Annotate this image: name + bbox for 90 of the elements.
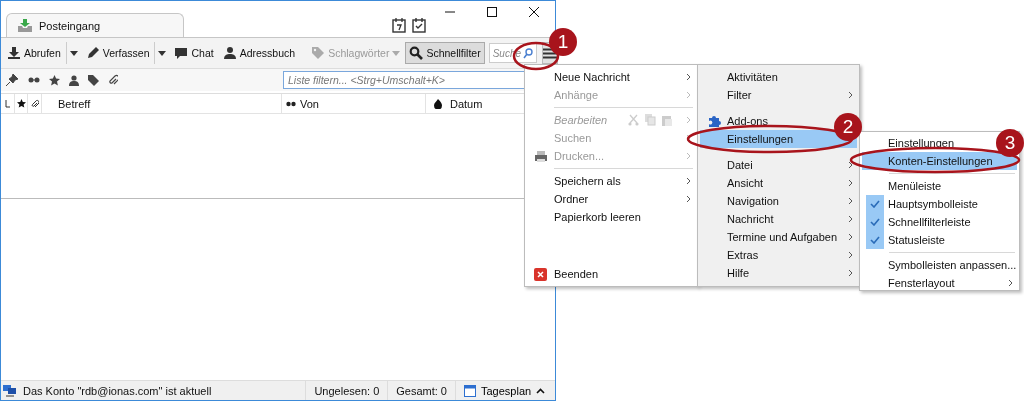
chevron-icon	[847, 91, 853, 99]
chevron-icon	[847, 233, 853, 241]
tag-icon	[311, 46, 326, 60]
download-icon	[7, 46, 21, 60]
caret-icon	[69, 50, 78, 56]
speech-bubble-icon	[174, 46, 189, 60]
star-icon	[49, 74, 60, 86]
toolbar-button[interactable]: Chat	[170, 42, 218, 64]
glasses-icon	[286, 100, 296, 107]
menu-item[interactable]: Fensterlayout	[862, 274, 1017, 292]
chevron-icon	[847, 197, 853, 205]
calendar-icon	[464, 384, 476, 397]
menu-item[interactable]: Ordner	[527, 190, 695, 208]
step-badge: 1	[549, 28, 577, 56]
menu-item[interactable]: Aktivitäten	[700, 68, 786, 86]
chevron-icon	[847, 251, 853, 259]
toolbar-button[interactable]: Adressbuch	[218, 42, 300, 64]
menu-item[interactable]: Schnellfilterleiste	[862, 213, 979, 231]
menu-item[interactable]: Datei	[700, 156, 857, 174]
scissors-icon	[628, 114, 639, 126]
chevron-up-icon	[536, 387, 546, 394]
chevron-icon	[685, 91, 691, 99]
menu-item[interactable]: Konten-Einstellungen	[862, 152, 1017, 170]
chevron-icon	[685, 152, 691, 160]
calendar-icon	[392, 18, 406, 33]
mail-tab[interactable]: Posteingang	[6, 13, 184, 37]
person-icon	[69, 74, 79, 86]
chevron-icon	[685, 195, 691, 203]
chevron-icon	[1007, 279, 1013, 287]
menu-item[interactable]: Papierkorb leeren	[527, 208, 649, 226]
close-icon	[534, 267, 547, 281]
chevron-icon	[847, 215, 853, 223]
paperclip-icon	[108, 74, 118, 86]
network-icon	[3, 384, 17, 397]
menu-item[interactable]: Hilfe	[700, 264, 857, 282]
puzzle-icon	[706, 114, 721, 128]
toolbar-button[interactable]: Schnellfilter	[405, 42, 485, 64]
menu-item[interactable]: Navigation	[700, 192, 857, 210]
menu-item[interactable]: Filter	[700, 86, 857, 104]
chevron-icon	[847, 269, 853, 277]
copy-icon	[645, 114, 656, 126]
status-message: Das Konto "rdb@ionas.com" ist aktuell	[23, 384, 213, 397]
step-badge: 3	[996, 129, 1024, 157]
maximize-icon	[487, 7, 497, 17]
pin-icon	[5, 73, 19, 87]
glasses-icon	[28, 76, 40, 84]
chevron-icon	[685, 177, 691, 185]
paste-icon	[662, 114, 673, 126]
dropdown-button[interactable]	[65, 42, 81, 64]
today-pane-button[interactable]: Tagesplan	[455, 381, 555, 400]
chevron-icon	[685, 116, 691, 124]
chevron-icon	[847, 161, 853, 169]
menu-item[interactable]: Beenden	[527, 265, 607, 283]
paperclip-icon	[31, 98, 39, 109]
person-icon	[222, 46, 237, 60]
close-icon	[529, 7, 539, 17]
menu-item[interactable]: Add-ons	[700, 112, 776, 130]
tag-icon	[88, 74, 99, 86]
task-icon	[412, 18, 426, 33]
menu-item[interactable]: Termine und Aufgaben	[700, 228, 857, 246]
thread-icon	[5, 99, 11, 108]
menu-item[interactable]: Statusleiste	[862, 231, 953, 249]
menu-item[interactable]: Ansicht	[700, 174, 857, 192]
chevron-icon	[685, 73, 691, 81]
caret-icon	[158, 50, 167, 56]
menu-icon	[543, 47, 558, 59]
flame-icon	[434, 98, 442, 109]
search-icon	[523, 47, 534, 59]
printer-icon	[533, 149, 548, 163]
caret-icon	[392, 50, 401, 56]
unread-count: Ungelesen: 0	[305, 381, 388, 400]
menu-item[interactable]: Hauptsymbolleiste	[862, 195, 986, 213]
total-count: Gesamt: 0	[387, 381, 455, 400]
menu-item[interactable]: Extras	[700, 246, 857, 264]
inbox-icon	[17, 18, 33, 33]
toolbar-button[interactable]: Abrufen	[3, 42, 65, 64]
search-icon	[409, 46, 424, 60]
chevron-icon	[685, 134, 691, 142]
column-header[interactable]: Von	[300, 97, 319, 110]
column-header[interactable]: Datum	[450, 97, 483, 110]
menu-item[interactable]: Speichern als	[527, 172, 695, 190]
menu-item[interactable]: Symbolleisten anpassen...	[862, 256, 1024, 274]
menu-item[interactable]: Menüleiste	[862, 177, 950, 195]
toolbar-button[interactable]: Verfassen	[81, 42, 154, 64]
menu-item[interactable]: Einstellungen	[862, 134, 963, 152]
star-icon	[17, 99, 26, 108]
column-header[interactable]: Betreff	[58, 97, 91, 110]
pencil-icon	[85, 46, 100, 60]
menu-item[interactable]: Nachricht	[700, 210, 857, 228]
chevron-icon	[847, 179, 853, 187]
